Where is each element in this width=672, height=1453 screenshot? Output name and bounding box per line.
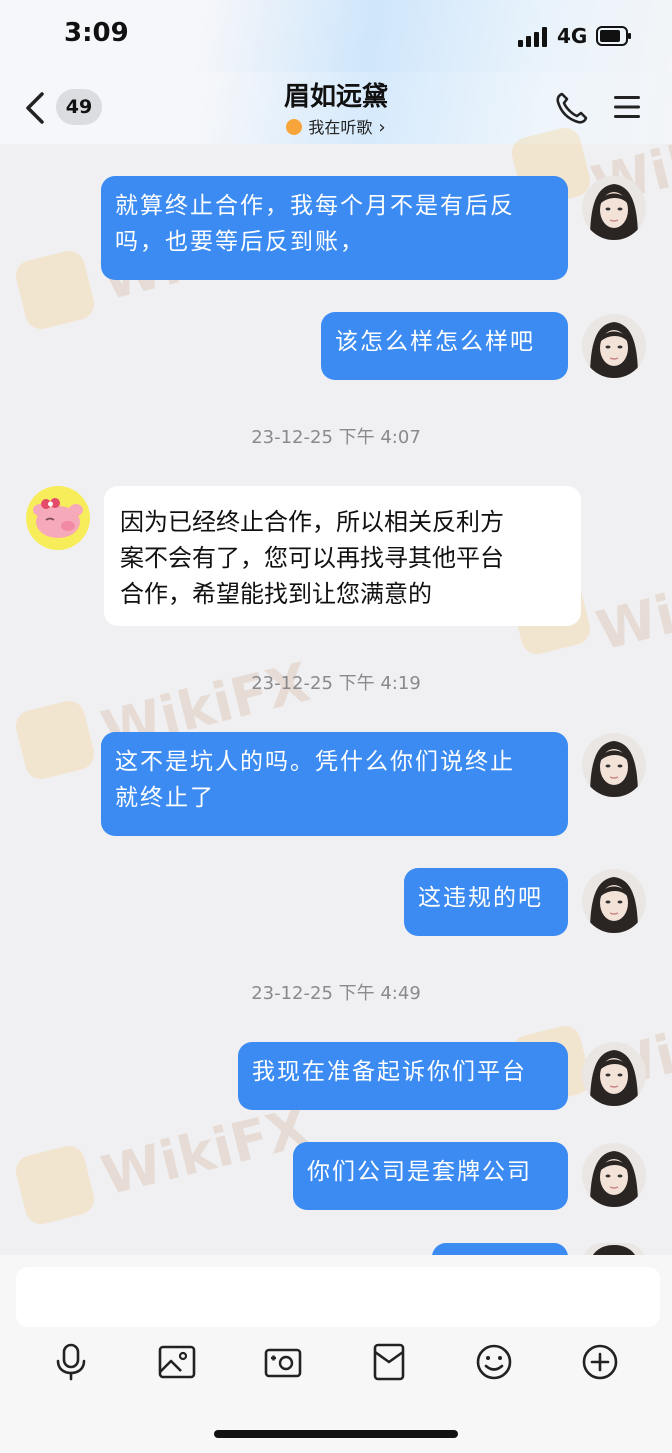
message-text: 就算终止合作，我每个月不是有后反 — [115, 193, 515, 219]
message-text: 吗，也要等后反到账， — [115, 229, 365, 255]
network-label: 4G — [557, 24, 588, 48]
self-avatar[interactable] — [582, 1042, 646, 1106]
message-text: 案不会有了，您可以再找寻其他平台 — [120, 544, 504, 572]
message-text: 我现在准备起诉你们平台 — [252, 1059, 527, 1085]
phone-icon[interactable] — [554, 90, 590, 126]
message-text: 因为已经终止合作，所以相关反利方 — [120, 508, 504, 536]
self-avatar[interactable] — [582, 314, 646, 378]
contact-status-label: 我在听歌 — [308, 118, 373, 137]
message-bubble-outgoing[interactable]: 我现在准备起诉你们平台 — [238, 1042, 568, 1110]
message-bubble-outgoing[interactable]: 该怎么样怎么样吧 — [321, 312, 568, 380]
contact-avatar[interactable] — [26, 486, 90, 550]
music-status-icon — [286, 119, 303, 135]
watermark-text: WikiFX — [95, 1095, 316, 1208]
message-text: 该怎么样怎么样吧 — [335, 329, 535, 355]
message-timestamp: 23-12-25 下午 4:49 — [251, 983, 421, 1004]
self-avatar[interactable] — [582, 869, 646, 933]
status-time: 3:09 — [64, 18, 129, 48]
watermark-text: WikiFX — [590, 550, 672, 663]
home-indicator[interactable] — [214, 1430, 458, 1438]
self-avatar[interactable] — [582, 1143, 646, 1207]
red-packet-icon[interactable] — [369, 1342, 409, 1382]
watermark-logo — [12, 247, 98, 333]
plus-icon[interactable] — [580, 1342, 620, 1382]
signal-icon — [518, 27, 547, 47]
message-bubble-outgoing[interactable]: 这违规的吧 — [404, 868, 568, 936]
message-timestamp: 23-12-25 下午 4:19 — [251, 673, 421, 694]
self-avatar[interactable] — [582, 176, 646, 240]
self-avatar[interactable] — [582, 733, 646, 797]
camera-icon[interactable] — [263, 1342, 303, 1382]
message-text: 这不是坑人的吗。凭什么你们说终止 — [115, 749, 515, 775]
emoji-icon[interactable] — [474, 1342, 514, 1382]
message-bubble-outgoing[interactable]: 这不是坑人的吗。凭什么你们说终止 就终止了 — [101, 732, 568, 836]
message-bubble-incoming[interactable]: 因为已经终止合作，所以相关反利方 案不会有了，您可以再找寻其他平台 合作，希望能… — [104, 486, 581, 626]
battery-icon — [596, 26, 631, 46]
message-text: 合作，希望能找到让您满意的 — [120, 580, 432, 608]
menu-icon[interactable] — [612, 94, 642, 120]
message-bubble-outgoing[interactable]: 你们公司是套牌公司 — [293, 1142, 568, 1210]
microphone-icon[interactable] — [51, 1342, 91, 1382]
watermark-logo — [12, 697, 98, 783]
chevron-right-icon: › — [378, 117, 386, 138]
message-bubble-outgoing[interactable]: 就算终止合作，我每个月不是有后反 吗，也要等后反到账， — [101, 176, 568, 280]
message-input[interactable] — [16, 1267, 660, 1327]
message-text: 你们公司是套牌公司 — [307, 1159, 532, 1185]
message-text: 这违规的吧 — [418, 885, 543, 911]
watermark-logo — [12, 1142, 98, 1228]
image-icon[interactable] — [157, 1342, 197, 1382]
message-timestamp: 23-12-25 下午 4:07 — [251, 427, 421, 448]
message-text: 就终止了 — [115, 785, 215, 811]
